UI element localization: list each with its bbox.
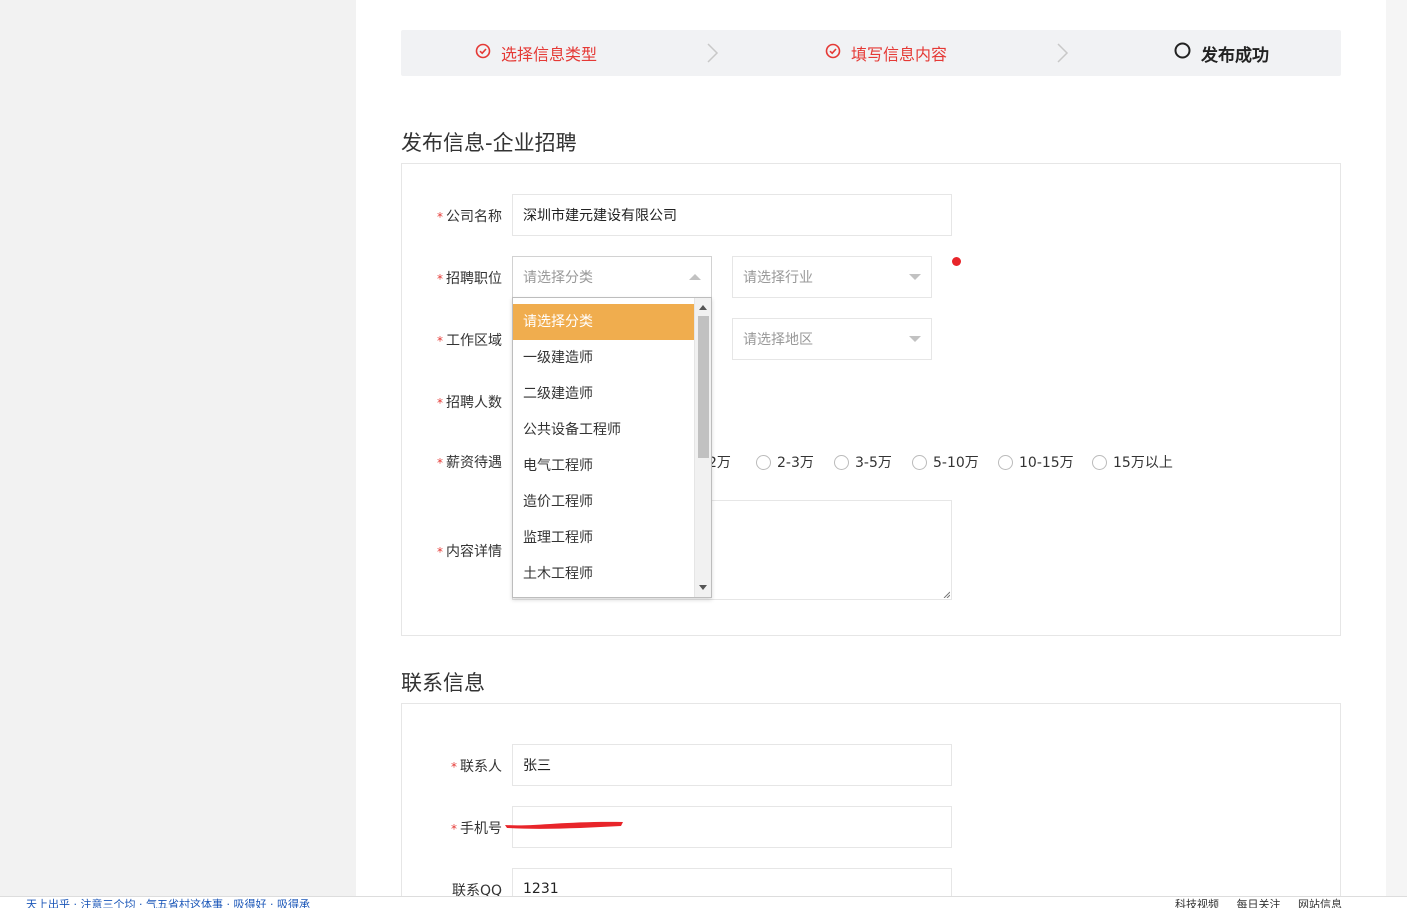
tray-item[interactable]: 每日关注 bbox=[1237, 898, 1281, 908]
radio-circle[interactable] bbox=[756, 454, 771, 470]
status-links[interactable]: 天上出乎 · 注意三个均 · 气五省村这体事 · 吸得好 · 吸得承 bbox=[26, 897, 310, 908]
notification-dot bbox=[952, 257, 961, 266]
radio-circle[interactable] bbox=[1092, 454, 1107, 470]
radio-circle[interactable] bbox=[834, 454, 849, 470]
step-label: 填写信息内容 bbox=[851, 45, 948, 64]
step-select-type: 选择信息类型 bbox=[475, 30, 597, 76]
radio-circle[interactable] bbox=[912, 454, 927, 470]
dropdown-scrollbar[interactable] bbox=[694, 298, 711, 597]
dropdown-option[interactable]: 公共设备工程师 bbox=[513, 412, 695, 448]
details-label: * 内容详情 bbox=[437, 544, 502, 560]
step-label: 选择信息类型 bbox=[501, 45, 598, 64]
tray-item[interactable]: 网站信息 bbox=[1298, 898, 1342, 908]
caret-down-icon bbox=[909, 336, 921, 342]
step-fill-content: 填写信息内容 bbox=[825, 30, 947, 76]
main-content: 选择信息类型 填写信息内容 发布成功 发布信息-企业招聘 * 公司名称 深圳市建元… bbox=[356, 0, 1386, 908]
scrollbar-thumb[interactable] bbox=[698, 316, 709, 458]
company-label: * 公司名称 bbox=[437, 209, 502, 225]
category-dropdown-list[interactable]: 请选择分类 一级建造师 二级建造师 公共设备工程师 电气工程师 造价工程师 监理… bbox=[512, 297, 712, 598]
dropdown-option[interactable]: 请选择分类 bbox=[513, 304, 695, 340]
salary-radio[interactable]: 15万以上 bbox=[1092, 452, 1173, 472]
contact-person-label: * 联系人 bbox=[451, 759, 502, 775]
check-circle-icon bbox=[825, 43, 841, 63]
salary-radio[interactable]: 5-10万 bbox=[912, 452, 979, 472]
redaction-mark bbox=[505, 821, 623, 829]
resize-grip-icon[interactable] bbox=[942, 590, 950, 598]
scroll-down-icon[interactable] bbox=[699, 585, 707, 590]
salary-radio[interactable]: 3-5万 bbox=[834, 452, 892, 472]
step-progress-bar: 选择信息类型 填写信息内容 发布成功 bbox=[401, 30, 1341, 76]
area-label: * 工作区域 bbox=[437, 333, 502, 349]
dropdown-option[interactable]: 土木工程师 bbox=[513, 556, 695, 592]
dropdown-option[interactable]: 二级建造师 bbox=[513, 376, 695, 412]
caret-up-icon bbox=[689, 274, 701, 280]
position-label: * 招聘职位 bbox=[437, 271, 502, 287]
industry-select[interactable]: 请选择行业 bbox=[732, 256, 932, 298]
scroll-up-icon[interactable] bbox=[699, 305, 707, 310]
browser-status-bar: 天上出乎 · 注意三个均 · 气五省村这体事 · 吸得好 · 吸得承 科技视频 … bbox=[0, 896, 1407, 908]
step-label: 发布成功 bbox=[1201, 45, 1269, 66]
headcount-label: * 招聘人数 bbox=[437, 395, 502, 411]
position-category-select[interactable]: 请选择分类 bbox=[512, 256, 712, 298]
right-gutter bbox=[1386, 0, 1407, 908]
dropdown-option[interactable]: 一级建造师 bbox=[513, 340, 695, 376]
left-gutter bbox=[0, 0, 356, 908]
tray-item[interactable]: 科技视频 bbox=[1175, 898, 1219, 908]
region-select[interactable]: 请选择地区 bbox=[732, 318, 932, 360]
dropdown-option[interactable]: 造价工程师 bbox=[513, 484, 695, 520]
circle-icon bbox=[1174, 42, 1191, 64]
dropdown-option[interactable]: 监理工程师 bbox=[513, 520, 695, 556]
caret-down-icon bbox=[909, 274, 921, 280]
contact-section-title: 联系信息 bbox=[401, 671, 485, 695]
chevron-right-icon bbox=[1057, 43, 1069, 63]
contact-person-input[interactable]: 张三 bbox=[512, 744, 952, 786]
salary-radio[interactable]: 10-15万 bbox=[998, 452, 1074, 472]
company-name-input[interactable]: 深圳市建元建设有限公司 bbox=[512, 194, 952, 236]
dropdown-option[interactable]: 电气工程师 bbox=[513, 448, 695, 484]
status-tray: 科技视频 每日关注 网站信息 bbox=[1175, 897, 1356, 908]
phone-label: * 手机号 bbox=[451, 821, 502, 837]
salary-label: * 薪资待遇 bbox=[437, 455, 502, 471]
radio-circle[interactable] bbox=[998, 454, 1013, 470]
job-section-title: 发布信息-企业招聘 bbox=[401, 131, 577, 155]
chevron-right-icon bbox=[707, 43, 719, 63]
dropdown-options: 请选择分类 一级建造师 二级建造师 公共设备工程师 电气工程师 造价工程师 监理… bbox=[513, 304, 695, 592]
check-circle-icon bbox=[475, 43, 491, 63]
step-publish-success: 发布成功 bbox=[1174, 30, 1269, 76]
salary-radio[interactable]: 2-3万 bbox=[756, 452, 814, 472]
